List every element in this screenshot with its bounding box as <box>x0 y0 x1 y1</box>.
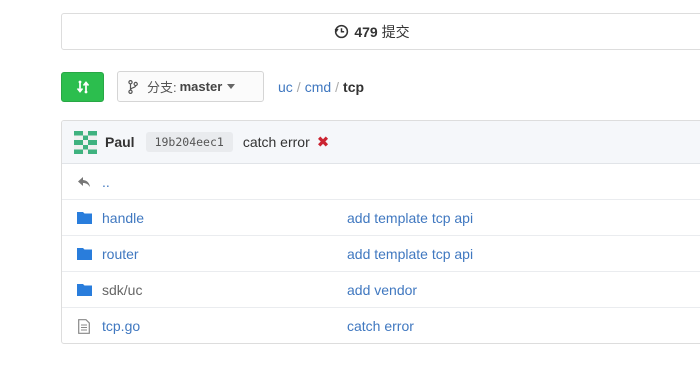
file-name[interactable]: handle <box>102 210 347 226</box>
commits-bar[interactable]: 479 提交 <box>61 13 700 50</box>
file-row[interactable]: router add template tcp api <box>62 236 700 272</box>
file-commit-message[interactable]: add template tcp api <box>347 210 473 226</box>
breadcrumb-link-uc[interactable]: uc <box>278 79 293 95</box>
parent-directory-row[interactable]: .. <box>62 164 700 200</box>
folder-icon <box>76 210 92 226</box>
file-commit-message[interactable]: add template tcp api <box>347 246 473 262</box>
compare-button[interactable] <box>61 71 104 102</box>
file-commit-message[interactable]: catch error <box>347 318 414 334</box>
file-row[interactable]: tcp.go catch error <box>62 308 700 343</box>
folder-icon <box>76 282 92 298</box>
commits-link[interactable]: 479 提交 <box>334 22 410 42</box>
compare-icon <box>76 80 89 93</box>
branch-icon <box>128 79 138 94</box>
breadcrumb-separator: / <box>335 78 340 95</box>
chevron-down-icon <box>227 84 236 89</box>
commits-count: 479 <box>354 23 378 40</box>
branch-prefix-label: 分支: <box>147 80 177 95</box>
file-commit-message[interactable]: add vendor <box>347 282 417 298</box>
back-arrow-icon <box>76 174 92 190</box>
commit-sha[interactable]: 19b204eec1 <box>145 132 233 152</box>
file-name[interactable]: router <box>102 246 347 262</box>
commits-label: 提交 <box>381 23 410 40</box>
file-row[interactable]: sdk/uc add vendor <box>62 272 700 308</box>
history-icon <box>334 24 349 39</box>
ci-failure-icon[interactable]: ✖ <box>317 135 330 150</box>
branch-name: master <box>179 79 223 94</box>
file-table: Paul 19b204eec1 catch error ✖ .. handle … <box>61 120 700 344</box>
repo-toolbar: 分支: master uc / cmd / tcp <box>61 71 364 102</box>
branch-selector[interactable]: 分支: master <box>117 71 264 102</box>
breadcrumb-current: tcp <box>343 78 365 95</box>
avatar[interactable] <box>74 130 97 154</box>
file-icon <box>76 318 92 334</box>
folder-icon <box>76 246 92 262</box>
breadcrumb: uc / cmd / tcp <box>278 79 364 95</box>
latest-commit-row: Paul 19b204eec1 catch error ✖ <box>62 121 700 164</box>
breadcrumb-separator: / <box>296 78 301 95</box>
parent-directory-link[interactable]: .. <box>102 174 347 190</box>
commit-message[interactable]: catch error <box>243 134 310 150</box>
commit-author[interactable]: Paul <box>105 134 135 150</box>
breadcrumb-link-cmd[interactable]: cmd <box>305 79 331 95</box>
file-name[interactable]: sdk/uc <box>102 282 347 298</box>
file-name[interactable]: tcp.go <box>102 318 347 334</box>
file-row[interactable]: handle add template tcp api <box>62 200 700 236</box>
